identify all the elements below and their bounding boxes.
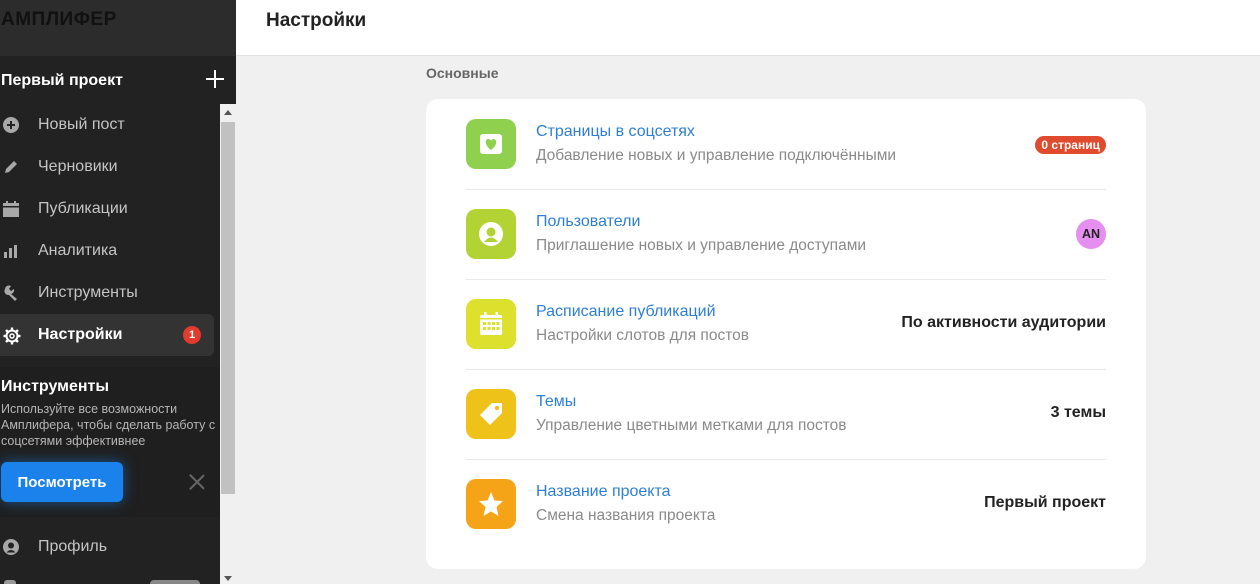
sidebar-item-tools[interactable]: Инструменты xyxy=(0,272,220,314)
row-title[interactable]: Расписание публикаций xyxy=(536,303,716,321)
promo-text: Используйте все возможности Амплифера, ч… xyxy=(1,402,216,448)
sidebar-item-label: Аналитика xyxy=(38,242,118,259)
scroll-up-arrow[interactable] xyxy=(224,110,232,115)
project-name[interactable]: Первый проект xyxy=(1,72,123,90)
settings-card: Страницы в соцсетях Добавление новых и у… xyxy=(426,99,1146,569)
row-title[interactable]: Пользователи xyxy=(536,213,640,231)
star-icon xyxy=(466,479,516,529)
view-tools-button[interactable]: Посмотреть xyxy=(1,462,123,502)
row-subtitle: Приглашение новых и управление доступами xyxy=(536,237,867,254)
tag-icon xyxy=(466,389,516,439)
row-value: 3 темы xyxy=(1050,404,1106,421)
row-subtitle: Добавление новых и управление подключённ… xyxy=(536,147,897,164)
tools-promo: Инструменты Используйте все возможности … xyxy=(0,367,220,517)
settings-row-social-pages[interactable]: Страницы в соцсетях Добавление новых и у… xyxy=(466,99,1106,189)
sidebar-item-label: Черновики xyxy=(38,158,118,175)
user-icon xyxy=(466,209,516,259)
partial-toggle[interactable] xyxy=(150,580,200,584)
row-title[interactable]: Страницы в соцсетях xyxy=(536,123,695,141)
row-subtitle: Настройки слотов для постов xyxy=(536,327,749,344)
wrench-icon xyxy=(3,285,19,301)
row-title[interactable]: Темы xyxy=(536,393,576,411)
sidebar-item-label: Инструменты xyxy=(38,284,138,301)
bar-chart-icon xyxy=(3,243,19,259)
logo-bar: АМПЛИФЕР xyxy=(0,0,236,56)
plus-circle-icon xyxy=(3,117,19,133)
section-label: Основные xyxy=(426,65,499,81)
settings-row-users[interactable]: Пользователи Приглашение новых и управле… xyxy=(466,189,1106,279)
sidebar-item-label: Настройки xyxy=(38,326,123,343)
settings-row-themes[interactable]: Темы Управление цветными метками для пос… xyxy=(466,369,1106,459)
sidebar-nav: Новый пост Черновики Публикации Аналитик… xyxy=(0,104,220,356)
row-value: По активности аудитории xyxy=(901,314,1106,331)
sidebar-item-analytics[interactable]: Аналитика xyxy=(0,230,220,272)
calendar-icon xyxy=(3,201,19,217)
page-title: Настройки xyxy=(266,10,367,31)
avatar: AN xyxy=(1076,219,1106,249)
sidebar-scrollbar[interactable] xyxy=(220,104,236,584)
sidebar-item-publications[interactable]: Публикации xyxy=(0,188,220,230)
user-icon xyxy=(3,539,19,555)
scroll-thumb[interactable] xyxy=(221,122,235,494)
pencil-icon xyxy=(3,159,19,175)
settings-row-project-name[interactable]: Название проекта Смена названия проекта … xyxy=(466,459,1106,549)
sidebar-item-profile[interactable]: Профиль xyxy=(0,526,220,568)
row-subtitle: Смена названия проекта xyxy=(536,507,716,524)
row-subtitle: Управление цветными метками для постов xyxy=(536,417,847,434)
close-icon[interactable] xyxy=(187,472,207,492)
notification-badge: 1 xyxy=(183,326,201,344)
sidebar-item-drafts[interactable]: Черновики xyxy=(0,146,220,188)
sidebar-item-label: Новый пост xyxy=(38,116,125,133)
sidebar: АМПЛИФЕР Первый проект Новый пост Чернов… xyxy=(0,0,236,584)
partial-icon xyxy=(4,580,16,584)
settings-row-schedule[interactable]: Расписание публикаций Настройки слотов д… xyxy=(466,279,1106,369)
sidebar-item-partial[interactable] xyxy=(0,574,220,584)
heart-icon xyxy=(466,119,516,169)
sidebar-item-label: Профиль xyxy=(38,538,108,555)
sidebar-item-label: Публикации xyxy=(38,200,128,217)
pages-count-badge: 0 страниц xyxy=(1035,136,1106,154)
add-project-button[interactable] xyxy=(204,68,226,90)
page-header: Настройки xyxy=(236,0,1260,56)
scroll-down-arrow[interactable] xyxy=(224,576,232,581)
logo[interactable]: АМПЛИФЕР xyxy=(1,9,117,31)
row-value: Первый проект xyxy=(984,494,1106,511)
sidebar-item-new-post[interactable]: Новый пост xyxy=(0,104,220,146)
row-title[interactable]: Название проекта xyxy=(536,483,671,501)
gear-icon xyxy=(3,327,21,345)
project-header: Первый проект xyxy=(0,56,236,104)
promo-title: Инструменты xyxy=(1,378,110,395)
calendar-icon xyxy=(466,299,516,349)
sidebar-item-settings[interactable]: Настройки 1 xyxy=(0,314,214,356)
